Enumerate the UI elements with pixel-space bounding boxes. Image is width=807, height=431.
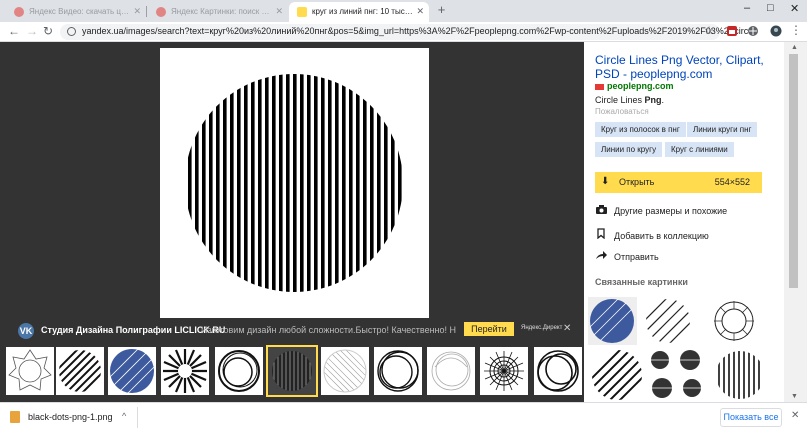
- scroll-up-icon[interactable]: ▲: [791, 44, 798, 51]
- source-title-link[interactable]: Circle Lines Png Vector, Clipart, PSD - …: [595, 53, 771, 81]
- related-image[interactable]: [648, 348, 708, 402]
- minimize-button[interactable]: –: [744, 2, 750, 14]
- thumbnail[interactable]: [534, 347, 582, 395]
- ad-banner[interactable]: VK Студия Дизайна Полиграфии LICLICK.RU …: [0, 320, 584, 342]
- yandex-images-favicon-icon: [297, 7, 307, 17]
- thumbnail[interactable]: [480, 347, 528, 395]
- scrollbar[interactable]: ▲ ▼: [784, 42, 807, 402]
- bookmark-star-icon[interactable]: ☆: [704, 24, 714, 37]
- yandex-favicon-icon: [156, 7, 166, 17]
- open-image-button[interactable]: ⬇ Открыть 554×552: [595, 172, 762, 193]
- thumbnail[interactable]: [321, 347, 369, 395]
- ad-go-button[interactable]: Перейти: [464, 322, 514, 336]
- tab-title: Яндекс Видео: скачать цифровое ТВ: [29, 7, 130, 16]
- action-label: Добавить в коллекцию: [614, 231, 709, 241]
- new-tab-button[interactable]: +: [434, 3, 449, 18]
- thumbnail[interactable]: [374, 347, 422, 395]
- close-tab-icon[interactable]: ✕: [416, 6, 424, 17]
- thumbnail[interactable]: [108, 347, 156, 395]
- thumbnail[interactable]: [215, 347, 263, 395]
- bookmark-icon: [595, 228, 607, 242]
- share-icon: [595, 251, 607, 263]
- address-bar: ← → ↻ yandex.ua/images/search?text=круг%…: [0, 22, 807, 42]
- tab-3-active[interactable]: круг из линий пнг: 10 тыс изображений ✕: [289, 2, 429, 22]
- close-ad-icon[interactable]: ✕: [563, 323, 571, 334]
- camera-icon: [595, 205, 607, 217]
- related-image[interactable]: [711, 348, 769, 402]
- thumbnail-selected[interactable]: [266, 345, 318, 397]
- related-images-heading: Связанные картинки: [595, 277, 688, 287]
- ad-source: Яндекс.Директ: [521, 325, 563, 331]
- extension-icon[interactable]: [747, 25, 759, 37]
- thumbnail[interactable]: [427, 347, 475, 395]
- image-viewer: VK Студия Дизайна Полиграфии LICLICK.RU …: [0, 42, 584, 402]
- download-bar: black-dots-png-1.png ^ Показать все ✕: [0, 402, 807, 431]
- tab-title: круг из линий пнг: 10 тыс изображений: [312, 7, 413, 16]
- tab-bar: Яндекс Видео: скачать цифровое ТВ ✕ Янде…: [0, 0, 807, 22]
- related-image[interactable]: [699, 297, 769, 345]
- chevron-up-icon[interactable]: ^: [122, 411, 126, 421]
- related-image[interactable]: [588, 297, 637, 345]
- yandex-favicon-icon: [14, 7, 24, 17]
- tab-1[interactable]: Яндекс Видео: скачать цифровое ТВ ✕: [6, 2, 146, 22]
- url-text: yandex.ua/images/search?text=круг%20из%2…: [82, 26, 758, 36]
- vk-logo-icon: VK: [18, 323, 34, 339]
- report-link[interactable]: Пожаловаться: [595, 107, 649, 116]
- source-domain[interactable]: peoplepng.com: [595, 81, 674, 91]
- forward-button[interactable]: →: [26, 24, 38, 38]
- thumbnail[interactable]: [6, 347, 54, 395]
- image-info-panel: Circle Lines Png Vector, Clipart, PSD - …: [584, 42, 784, 402]
- thumbnail[interactable]: [56, 347, 104, 395]
- close-download-bar-icon[interactable]: ✕: [791, 410, 799, 421]
- other-sizes-action[interactable]: Другие размеры и похожие: [595, 205, 727, 217]
- striped-circle-image: [185, 74, 403, 292]
- related-image[interactable]: [640, 297, 696, 345]
- image-description: Circle Lines Png.: [595, 95, 665, 105]
- thumbnail-strip: [0, 345, 584, 397]
- action-label: Отправить: [614, 252, 659, 262]
- ad-text: Изготовим дизайн любой сложности.Быстро!…: [201, 325, 456, 335]
- profile-avatar-icon[interactable]: [770, 25, 782, 37]
- download-filename[interactable]: black-dots-png-1.png: [28, 412, 113, 422]
- tab-2[interactable]: Яндекс Картинки: поиск по картинкам ✕: [148, 2, 288, 22]
- scroll-thumb[interactable]: [789, 54, 798, 288]
- domain-text[interactable]: peoplepng.com: [607, 81, 674, 91]
- menu-icon[interactable]: ⋮: [790, 23, 802, 37]
- tab-title: Яндекс Картинки: поиск по картинкам: [171, 7, 272, 16]
- add-to-collection-action[interactable]: Добавить в коллекцию: [595, 228, 709, 242]
- action-label: Другие размеры и похожие: [614, 206, 728, 216]
- file-icon: [10, 411, 20, 423]
- back-button[interactable]: ←: [8, 24, 20, 38]
- related-query-chip[interactable]: Линии круги пнг: [687, 122, 758, 137]
- lock-icon: [67, 27, 76, 36]
- ad-title[interactable]: Студия Дизайна Полиграфии LICLICK.RU: [41, 325, 225, 335]
- scroll-down-icon[interactable]: ▼: [791, 393, 798, 400]
- reload-button[interactable]: ↻: [43, 24, 53, 38]
- extension-icon[interactable]: [726, 25, 738, 37]
- open-label: Открыть: [619, 177, 655, 187]
- related-query-chip[interactable]: Круг с линиями: [665, 142, 734, 157]
- related-image[interactable]: [588, 348, 646, 402]
- thumbnail[interactable]: [161, 347, 209, 395]
- close-tab-icon[interactable]: ✕: [133, 6, 141, 17]
- close-window-button[interactable]: ✕: [790, 2, 799, 15]
- show-all-button[interactable]: Показать все: [720, 408, 782, 427]
- close-tab-icon[interactable]: ✕: [275, 6, 283, 17]
- related-query-chip[interactable]: Круг из полосок в пнг: [595, 122, 686, 137]
- image-size: 554×552: [714, 177, 750, 187]
- url-field[interactable]: yandex.ua/images/search?text=круг%20из%2…: [60, 24, 757, 40]
- related-query-chip[interactable]: Линии по кругу: [595, 142, 663, 157]
- site-favicon-icon: [595, 83, 604, 90]
- main-image[interactable]: [160, 48, 429, 318]
- maximize-button[interactable]: □: [767, 2, 774, 14]
- share-action[interactable]: Отправить: [595, 251, 659, 263]
- download-icon: ⬇: [601, 176, 610, 187]
